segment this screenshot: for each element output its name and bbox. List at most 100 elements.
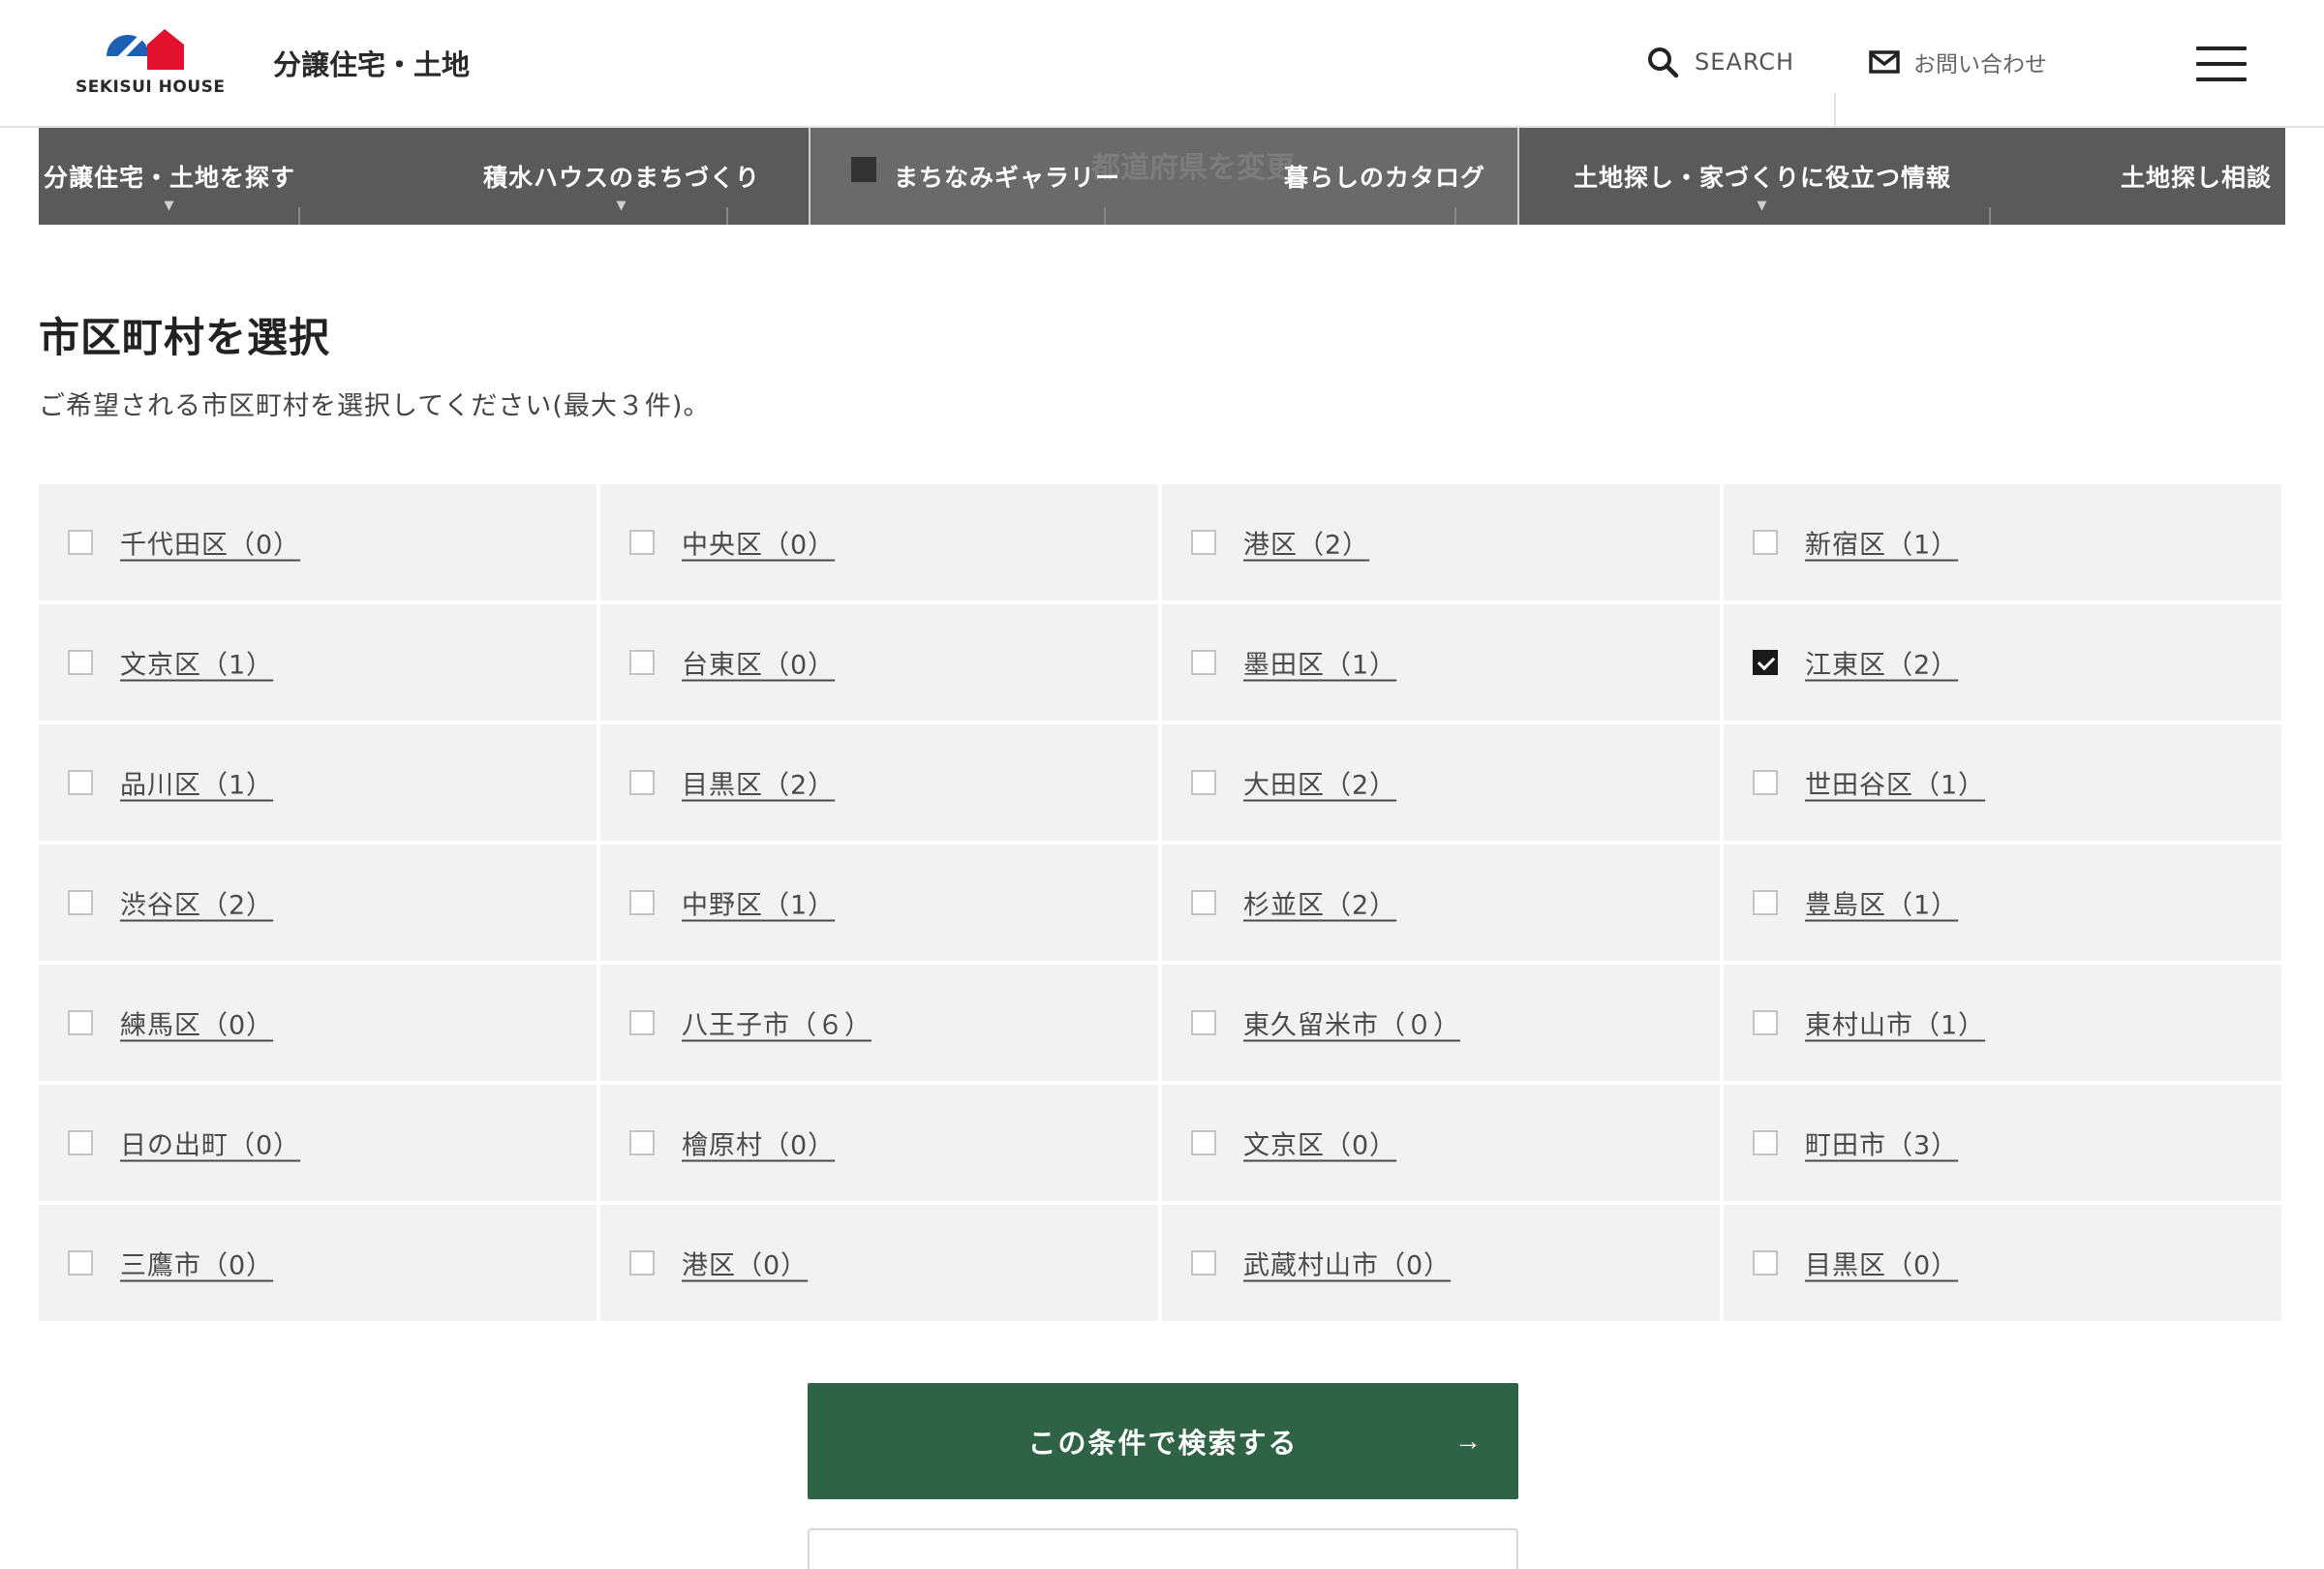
municipality-label[interactable]: 墨田区（1） <box>1243 644 1396 682</box>
nav-item-useful-info[interactable]: 土地探し・家づくりに役立つ情報 ▼ <box>1559 128 1966 225</box>
municipality-option[interactable]: 八王子市（６） <box>600 965 1158 1081</box>
municipality-label[interactable]: 東村山市（1） <box>1805 1004 1985 1042</box>
nav-item-label: まちなみギャラリー <box>893 164 1120 192</box>
municipality-option[interactable]: 中央区（0） <box>600 484 1158 600</box>
municipality-label[interactable]: 台東区（0） <box>682 644 835 682</box>
municipality-label[interactable]: 江東区（2） <box>1805 644 1958 682</box>
municipality-checkbox[interactable] <box>629 1130 655 1155</box>
municipality-checkbox[interactable] <box>1191 770 1216 795</box>
municipality-label[interactable]: 新宿区（1） <box>1805 524 1958 562</box>
municipality-option[interactable]: 日の出町（0） <box>39 1085 596 1201</box>
municipality-checkbox[interactable] <box>68 1010 93 1035</box>
municipality-checkbox[interactable] <box>629 650 655 675</box>
chevron-down-icon: ▼ <box>616 199 627 213</box>
municipality-option[interactable]: 三鷹市（0） <box>39 1205 596 1321</box>
municipality-label[interactable]: 東久留米市（０） <box>1243 1004 1460 1042</box>
municipality-option[interactable]: 品川区（1） <box>39 724 596 841</box>
municipality-checkbox[interactable] <box>1191 1130 1216 1155</box>
municipality-label[interactable]: 文京区（0） <box>1243 1124 1396 1162</box>
municipality-option[interactable]: 目黒区（0） <box>1724 1205 2281 1321</box>
municipality-option[interactable]: 文京区（0） <box>1162 1085 1720 1201</box>
search-link[interactable]: SEARCH <box>1646 41 1794 83</box>
municipality-checkbox[interactable] <box>1191 890 1216 915</box>
municipality-option[interactable]: 武蔵村山市（0） <box>1162 1205 1720 1321</box>
municipality-checkbox[interactable] <box>629 530 655 555</box>
hamburger-menu-icon[interactable] <box>2196 46 2247 81</box>
municipality-checkbox[interactable] <box>68 890 93 915</box>
municipality-label[interactable]: 杉並区（2） <box>1243 884 1396 922</box>
municipality-option[interactable]: 港区（2） <box>1162 484 1720 600</box>
municipality-checkbox[interactable] <box>629 890 655 915</box>
municipality-label[interactable]: 日の出町（0） <box>120 1124 300 1162</box>
municipality-label[interactable]: 品川区（1） <box>120 764 273 802</box>
municipality-option[interactable]: 檜原村（0） <box>600 1085 1158 1201</box>
nav-item-search-properties[interactable]: 分譲住宅・土地を探す ▼ <box>39 128 300 225</box>
municipality-option[interactable]: 東久留米市（０） <box>1162 965 1720 1081</box>
municipality-label[interactable]: 港区（2） <box>1243 524 1369 562</box>
municipality-option[interactable]: 江東区（2） <box>1724 604 2281 721</box>
municipality-option[interactable]: 目黒区（2） <box>600 724 1158 841</box>
municipality-option[interactable]: 大田区（2） <box>1162 724 1720 841</box>
municipality-option[interactable]: 杉並区（2） <box>1162 845 1720 961</box>
municipality-checkbox[interactable] <box>1753 650 1778 675</box>
search-submit-button[interactable]: この条件で検索する → <box>808 1383 1518 1499</box>
municipality-label[interactable]: 町田市（3） <box>1805 1124 1958 1162</box>
municipality-option[interactable]: 世田谷区（1） <box>1724 724 2281 841</box>
municipality-option[interactable]: 町田市（3） <box>1724 1085 2281 1201</box>
site-title[interactable]: 分譲住宅・土地 <box>273 43 470 83</box>
municipality-option[interactable]: 文京区（1） <box>39 604 596 721</box>
municipality-checkbox[interactable] <box>1753 530 1778 555</box>
municipality-checkbox[interactable] <box>1753 890 1778 915</box>
municipality-label[interactable]: 三鷹市（0） <box>120 1245 273 1282</box>
municipality-option[interactable]: 東村山市（1） <box>1724 965 2281 1081</box>
municipality-checkbox[interactable] <box>1753 1010 1778 1035</box>
municipality-label[interactable]: 渋谷区（2） <box>120 884 273 922</box>
municipality-checkbox[interactable] <box>629 1250 655 1276</box>
nav-item-catalog[interactable]: 暮らしのカタログ <box>1239 128 1530 225</box>
municipality-label[interactable]: 八王子市（６） <box>682 1004 872 1042</box>
municipality-label[interactable]: 文京区（1） <box>120 644 273 682</box>
municipality-label[interactable]: 檜原村（0） <box>682 1124 835 1162</box>
municipality-checkbox[interactable] <box>1191 1010 1216 1035</box>
municipality-label[interactable]: 武蔵村山市（0） <box>1243 1245 1451 1282</box>
municipality-label[interactable]: 目黒区（0） <box>1805 1245 1958 1282</box>
municipality-option[interactable]: 中野区（1） <box>600 845 1158 961</box>
municipality-checkbox[interactable] <box>1191 530 1216 555</box>
municipality-option[interactable]: 千代田区（0） <box>39 484 596 600</box>
municipality-label[interactable]: 目黒区（2） <box>682 764 835 802</box>
municipality-option[interactable]: 練馬区（0） <box>39 965 596 1081</box>
municipality-label[interactable]: 中野区（1） <box>682 884 835 922</box>
nav-item-town-planning[interactable]: 積水ハウスのまちづくり ▼ <box>426 128 817 225</box>
municipality-checkbox[interactable] <box>68 1130 93 1155</box>
municipality-label[interactable]: 世田谷区（1） <box>1805 764 1985 802</box>
municipality-label[interactable]: 大田区（2） <box>1243 764 1396 802</box>
municipality-checkbox[interactable] <box>1753 1250 1778 1276</box>
municipality-option[interactable]: 墨田区（1） <box>1162 604 1720 721</box>
municipality-label[interactable]: 中央区（0） <box>682 524 835 562</box>
sekisui-house-logo[interactable]: SEKISUI HOUSE <box>76 27 226 99</box>
municipality-option[interactable]: 台東区（0） <box>600 604 1158 721</box>
municipality-checkbox[interactable] <box>1753 770 1778 795</box>
submit-label: この条件で検索する <box>1027 1429 1299 1460</box>
municipality-checkbox[interactable] <box>68 650 93 675</box>
nav-item-land-consultation[interactable]: 土地探し相談 <box>2121 128 2285 225</box>
municipality-label[interactable]: 練馬区（0） <box>120 1004 273 1042</box>
municipality-option[interactable]: 豊島区（1） <box>1724 845 2281 961</box>
contact-link[interactable]: お問い合わせ <box>1869 41 2047 83</box>
municipality-checkbox[interactable] <box>68 770 93 795</box>
municipality-option[interactable]: 渋谷区（2） <box>39 845 596 961</box>
municipality-option[interactable]: 港区（0） <box>600 1205 1158 1321</box>
municipality-checkbox[interactable] <box>1753 1130 1778 1155</box>
municipality-label[interactable]: 豊島区（1） <box>1805 884 1958 922</box>
municipality-checkbox[interactable] <box>629 1010 655 1035</box>
municipality-checkbox[interactable] <box>68 1250 93 1276</box>
municipality-label[interactable]: 港区（0） <box>682 1245 808 1282</box>
logo-text: SEKISUI HOUSE <box>76 77 226 97</box>
municipality-label[interactable]: 千代田区（0） <box>120 524 300 562</box>
municipality-checkbox[interactable] <box>68 530 93 555</box>
municipality-checkbox[interactable] <box>1191 1250 1216 1276</box>
header-divider <box>1834 93 1836 126</box>
municipality-option[interactable]: 新宿区（1） <box>1724 484 2281 600</box>
municipality-checkbox[interactable] <box>629 770 655 795</box>
municipality-checkbox[interactable] <box>1191 650 1216 675</box>
